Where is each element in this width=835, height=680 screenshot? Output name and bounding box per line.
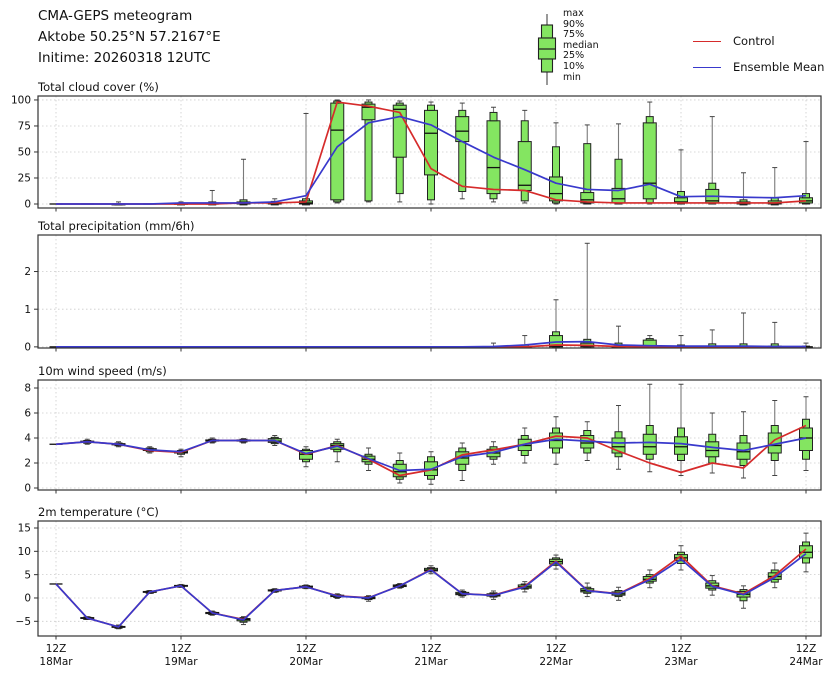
svg-text:12Z: 12Z bbox=[171, 643, 192, 655]
svg-text:1: 1 bbox=[24, 304, 31, 316]
svg-text:10: 10 bbox=[18, 546, 31, 558]
panel-precip: 0 1 2 Total precipitation (mm/6h) bbox=[24, 219, 821, 353]
svg-text:6: 6 bbox=[24, 408, 31, 420]
svg-text:22Mar: 22Mar bbox=[539, 656, 573, 668]
svg-text:12Z: 12Z bbox=[46, 643, 67, 655]
svg-text:4: 4 bbox=[24, 433, 31, 445]
meteogram-page: CMA-GEPS meteogram Aktobe 50.25°N 57.216… bbox=[0, 0, 835, 680]
svg-text:0: 0 bbox=[24, 199, 31, 211]
meteogram-chart: 0255075100Total cloud cover (%)012Total … bbox=[0, 0, 835, 680]
svg-text:12Z: 12Z bbox=[671, 643, 692, 655]
svg-text:12Z: 12Z bbox=[546, 643, 567, 655]
svg-text:0: 0 bbox=[24, 483, 31, 495]
svg-text:8: 8 bbox=[24, 383, 31, 395]
svg-text:15: 15 bbox=[18, 523, 31, 535]
svg-text:19Mar: 19Mar bbox=[164, 656, 198, 668]
svg-text:75: 75 bbox=[18, 121, 31, 133]
svg-text:0: 0 bbox=[24, 593, 31, 605]
svg-text:18Mar: 18Mar bbox=[39, 656, 73, 668]
panel-title-wind: 10m wind speed (m/s) bbox=[38, 364, 167, 378]
svg-text:12Z: 12Z bbox=[296, 643, 317, 655]
svg-text:12Z: 12Z bbox=[796, 643, 817, 655]
panel-title-cloud: Total cloud cover (%) bbox=[37, 80, 159, 94]
panel-title-precip: Total precipitation (mm/6h) bbox=[37, 219, 194, 233]
svg-text:25: 25 bbox=[18, 173, 31, 185]
svg-text:100: 100 bbox=[11, 95, 31, 107]
panel-title-temp: 2m temperature (°C) bbox=[38, 505, 159, 519]
svg-text:23Mar: 23Mar bbox=[664, 656, 698, 668]
panel-wind: 0 2 4 6 8 10m wind speed (m/s) bbox=[24, 364, 821, 495]
svg-text:0: 0 bbox=[24, 341, 31, 353]
svg-text:24Mar: 24Mar bbox=[789, 656, 823, 668]
svg-text:12Z: 12Z bbox=[421, 643, 442, 655]
svg-text:2: 2 bbox=[24, 266, 31, 278]
svg-text:2: 2 bbox=[24, 458, 31, 470]
svg-text:21Mar: 21Mar bbox=[414, 656, 448, 668]
svg-text:50: 50 bbox=[18, 147, 31, 159]
svg-text:20Mar: 20Mar bbox=[289, 656, 323, 668]
panel-temp: −50510152m temperature (°C)12Z18Mar12Z19… bbox=[16, 505, 824, 668]
panel-cloud: 0 25 50 75 100 Total cloud cover (%) bbox=[11, 80, 821, 212]
svg-text:−5: −5 bbox=[16, 616, 31, 628]
svg-text:5: 5 bbox=[24, 569, 31, 581]
